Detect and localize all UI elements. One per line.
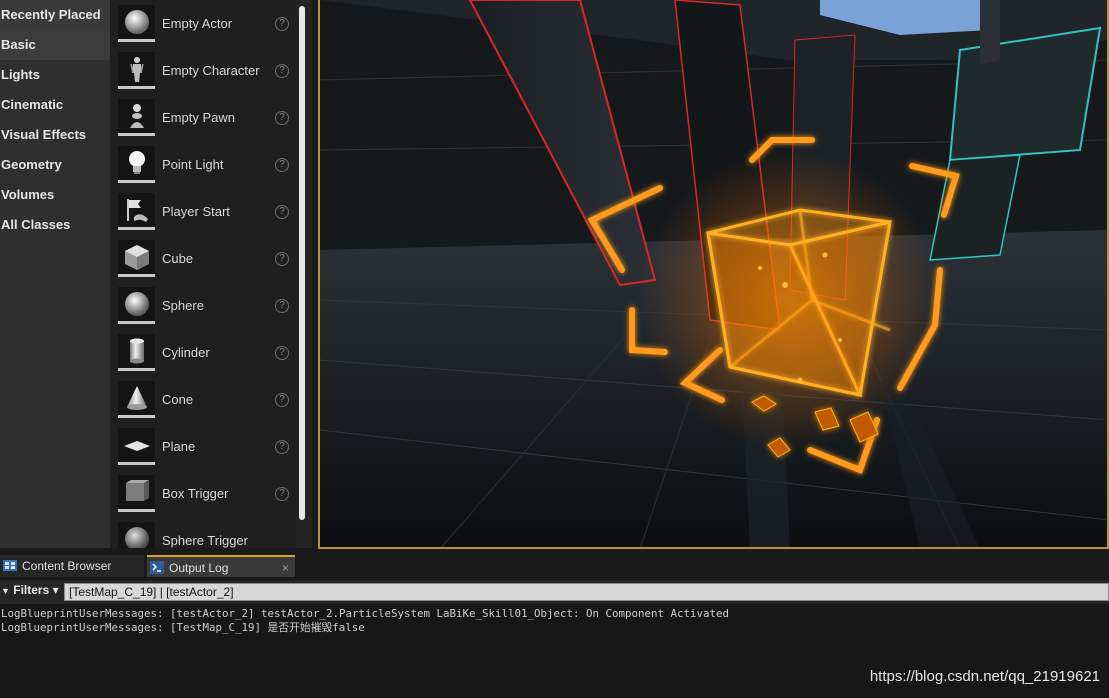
actor-item-empty-character[interactable]: Empty Character ? bbox=[110, 47, 296, 94]
help-icon[interactable]: ? bbox=[275, 298, 289, 313]
actor-label: Sphere Trigger bbox=[162, 533, 248, 548]
actor-item-point-light[interactable]: Point Light ? bbox=[110, 141, 296, 188]
category-volumes[interactable]: Volumes bbox=[0, 180, 110, 210]
cone-icon bbox=[118, 381, 155, 418]
help-icon[interactable]: ? bbox=[275, 63, 289, 78]
help-icon[interactable]: ? bbox=[275, 251, 289, 266]
actor-item-empty-pawn[interactable]: Empty Pawn ? bbox=[110, 94, 296, 141]
actor-label: Empty Actor bbox=[162, 16, 233, 31]
actor-item-empty-actor[interactable]: Empty Actor ? bbox=[110, 0, 296, 47]
actor-label: Sphere bbox=[162, 298, 204, 313]
category-all-classes[interactable]: All Classes bbox=[0, 210, 110, 240]
sphere-icon bbox=[118, 287, 155, 324]
category-geometry[interactable]: Geometry bbox=[0, 150, 110, 180]
actor-item-cylinder[interactable]: Cylinder ? bbox=[110, 329, 296, 376]
watermark-text: https://blog.csdn.net/qq_21919621 bbox=[869, 668, 1100, 685]
category-visual-effects[interactable]: Visual Effects bbox=[0, 120, 110, 150]
actor-label: Cone bbox=[162, 392, 194, 407]
level-viewport[interactable] bbox=[318, 0, 1109, 549]
actor-label: Box Trigger bbox=[162, 486, 229, 501]
actor-item-plane[interactable]: Plane ? bbox=[110, 423, 296, 470]
actor-item-cone[interactable]: Cone ? bbox=[110, 376, 296, 423]
actor-list-scrollbar[interactable] bbox=[296, 0, 312, 548]
sphere-trigger-icon bbox=[118, 522, 155, 548]
lightbulb-icon bbox=[118, 146, 155, 183]
actor-item-sphere[interactable]: Sphere ? bbox=[110, 282, 296, 329]
help-icon[interactable]: ? bbox=[275, 157, 289, 172]
log-line: LogBlueprintUserMessages: [testActor_2] … bbox=[1, 607, 730, 620]
actor-label: Empty Character bbox=[162, 63, 260, 78]
actor-item-player-start[interactable]: Player Start ? bbox=[110, 188, 296, 235]
help-icon[interactable]: ? bbox=[275, 204, 289, 219]
help-icon[interactable]: ? bbox=[275, 392, 289, 407]
output-log-icon bbox=[150, 561, 164, 574]
close-icon[interactable]: × bbox=[282, 557, 289, 579]
actor-item-box-trigger[interactable]: Box Trigger ? bbox=[110, 470, 296, 517]
tab-label: Output Log bbox=[169, 561, 229, 575]
actor-item-sphere-trigger[interactable]: Sphere Trigger bbox=[110, 517, 296, 548]
actor-label: Cube bbox=[162, 251, 194, 266]
help-icon[interactable]: ? bbox=[275, 110, 289, 125]
plane-icon bbox=[118, 428, 155, 465]
help-icon[interactable]: ? bbox=[275, 345, 289, 360]
cube-icon bbox=[118, 240, 155, 277]
tab-bar: Content Browser Output Log × bbox=[0, 553, 1109, 577]
actor-label: Point Light bbox=[162, 157, 224, 172]
category-list: Recently Placed Basic Lights Cinematic V… bbox=[0, 0, 110, 548]
actor-item-cube[interactable]: Cube ? bbox=[110, 235, 296, 282]
filters-button[interactable]: ▼ Filters ▾ bbox=[1, 583, 59, 597]
tab-output-log[interactable]: Output Log × bbox=[147, 555, 295, 577]
bottom-panel: Content Browser Output Log × ▼ Filters ▾… bbox=[0, 553, 1109, 698]
chevron-down-icon: ▾ bbox=[52, 583, 59, 597]
help-icon[interactable]: ? bbox=[275, 439, 289, 454]
help-icon[interactable]: ? bbox=[275, 486, 289, 501]
actor-label: Empty Pawn bbox=[162, 110, 235, 125]
actor-label: Cylinder bbox=[162, 345, 210, 360]
filter-bar: ▼ Filters ▾ bbox=[0, 580, 1109, 604]
log-line: LogBlueprintUserMessages: [TestMap_C_19]… bbox=[1, 621, 365, 634]
player-start-icon bbox=[118, 193, 155, 230]
category-cinematic[interactable]: Cinematic bbox=[0, 90, 110, 120]
box-trigger-icon bbox=[118, 475, 155, 512]
viewport-scene bbox=[320, 0, 1107, 547]
scrollbar-thumb[interactable] bbox=[299, 6, 305, 520]
sphere-icon bbox=[118, 5, 155, 42]
character-icon bbox=[118, 52, 155, 89]
tab-content-browser[interactable]: Content Browser bbox=[0, 555, 144, 577]
funnel-icon: ▼ bbox=[1, 586, 10, 596]
actor-label: Player Start bbox=[162, 204, 230, 219]
help-icon[interactable]: ? bbox=[275, 16, 289, 31]
tab-label: Content Browser bbox=[22, 559, 112, 573]
actor-label: Plane bbox=[162, 439, 196, 454]
content-browser-icon bbox=[3, 560, 17, 571]
category-recently-placed[interactable]: Recently Placed bbox=[0, 0, 110, 30]
cylinder-icon bbox=[118, 334, 155, 371]
category-lights[interactable]: Lights bbox=[0, 60, 110, 90]
filters-label: Filters bbox=[13, 583, 50, 597]
pawn-icon bbox=[118, 99, 155, 136]
log-search-input[interactable] bbox=[64, 583, 1109, 601]
category-basic[interactable]: Basic bbox=[0, 30, 110, 60]
place-actors-panel: Recently Placed Basic Lights Cinematic V… bbox=[0, 0, 312, 548]
actor-list: Empty Actor ? Empty Character ? Empty Pa… bbox=[110, 0, 296, 548]
